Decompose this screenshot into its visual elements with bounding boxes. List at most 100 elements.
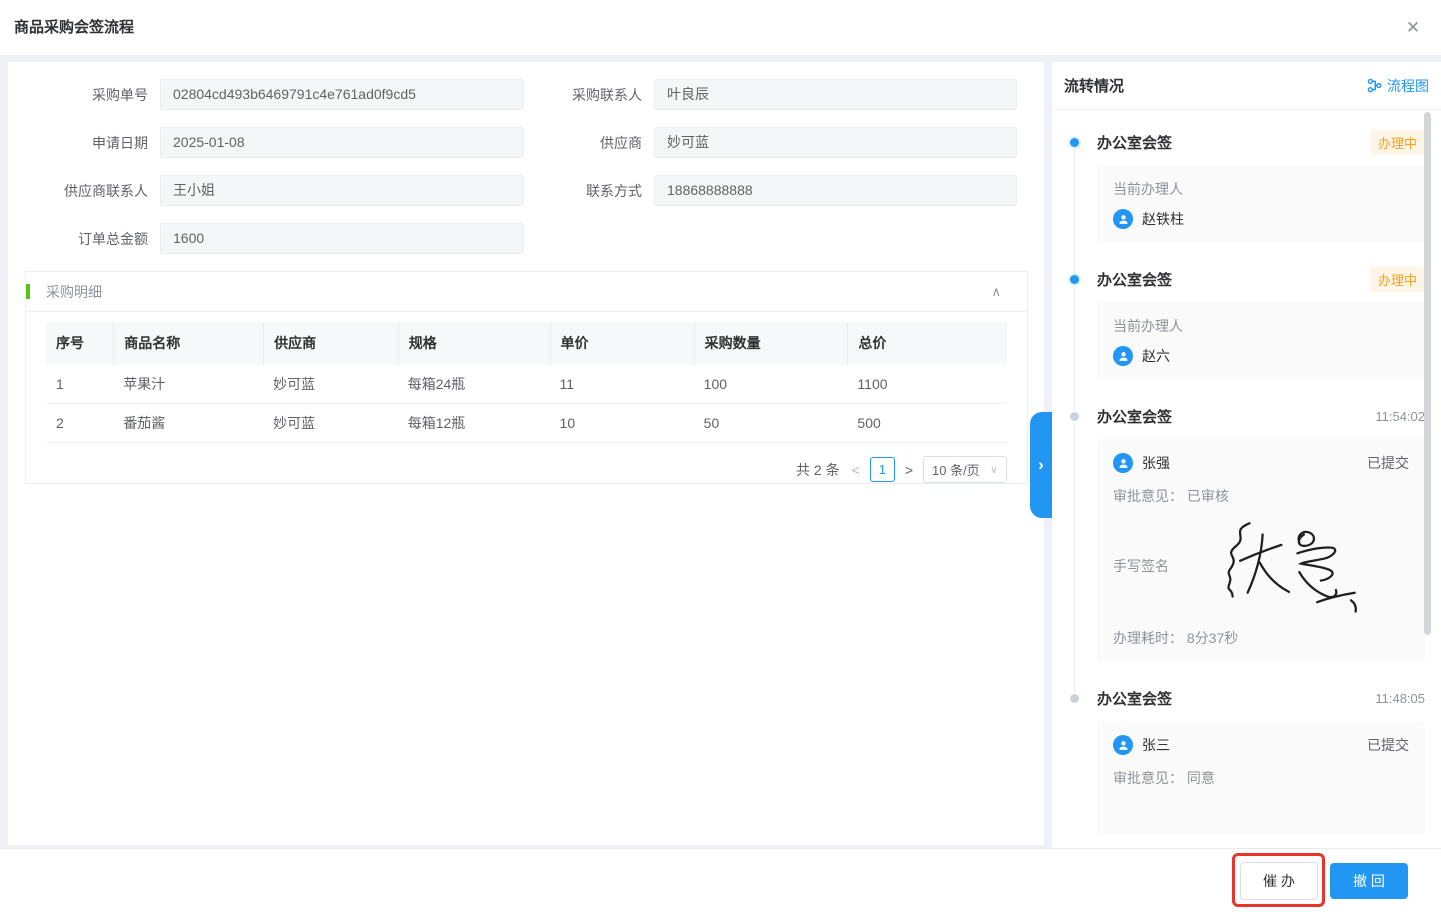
avatar [1113,346,1133,366]
table-row: 2 番茄酱 妙可蓝 每箱12瓶 10 50 500 [46,404,1007,443]
next-page-icon[interactable]: > [903,462,915,478]
section-accent-bar [26,284,30,299]
panel-expand-tab[interactable]: › [1030,412,1052,518]
submit-status: 已提交 [1367,453,1409,473]
cell-seq: 1 [46,365,113,403]
handwritten-signature-image [1207,512,1369,620]
flowchart-link[interactable]: 流程图 [1367,76,1429,96]
chevron-down-icon: ∨ [990,463,998,476]
signature-label: 手写签名 [1113,556,1169,576]
assignee-name: 赵铁柱 [1142,209,1409,229]
step-card: 张三 已提交 审批意见： 同意 [1097,721,1425,834]
order-form: 采购单号 02804cd493b6469791c4e761ad0f9cd5 采购… [8,62,1044,254]
step-done-dot [1070,412,1079,421]
form-row: 采购单号 02804cd493b6469791c4e761ad0f9cd5 采购… [8,79,1044,110]
purchase-contact-field: 叶良辰 [654,79,1017,110]
purchase-no-field: 02804cd493b6469791c4e761ad0f9cd5 [160,79,524,110]
assignee-label: 当前办理人 [1113,179,1409,199]
flow-panel-title: 流转情况 [1064,75,1367,96]
dialog-title: 商品采购会签流程 [14,0,134,55]
opinion-row: 审批意见： 同意 [1113,768,1409,788]
user-icon [1117,457,1130,470]
col-header-product: 商品名称 [113,322,263,365]
col-header-total: 总价 [847,322,1007,365]
step-title: 办公室会签 [1097,132,1370,153]
order-detail-panel: 采购单号 02804cd493b6469791c4e761ad0f9cd5 采购… [8,62,1044,845]
cell-total: 500 [847,404,1007,442]
dialog-footer: 催 办 撤 回 [0,848,1441,912]
assignee-row: 赵铁柱 [1113,209,1409,229]
step-title: 办公室会签 [1097,688,1375,709]
scrollbar-thumb[interactable] [1424,112,1431,635]
col-header-price: 单价 [550,322,694,365]
form-row: 供应商联系人 王小姐 联系方式 18868888888 [8,175,1044,206]
step-card: 张强 已提交 审批意见： 已审核 手写签名 [1097,439,1425,662]
user-icon [1117,739,1130,752]
step-active-dot [1070,138,1079,147]
purchase-detail-section: 采购明细 ∧ 序号 商品名称 供应商 规格 单价 采购数量 总价 1 苹果汁 [25,271,1028,484]
cell-qty: 100 [694,365,848,403]
user-icon [1117,350,1130,363]
prev-page-icon[interactable]: < [850,462,862,478]
cell-price: 11 [550,365,694,403]
cell-supplier: 妙可蓝 [263,365,398,403]
opinion-label: 审批意见： [1113,488,1183,504]
urge-button[interactable]: 催 办 [1240,862,1318,900]
total-amount-label: 订单总金额 [8,229,148,249]
avatar [1113,209,1133,229]
page-number-button[interactable]: 1 [870,457,895,482]
table-header-row: 序号 商品名称 供应商 规格 单价 采购数量 总价 [46,322,1007,365]
total-amount-field: 1600 [160,223,524,254]
page-size-select[interactable]: 10 条/页 ∨ [923,456,1007,483]
close-icon[interactable]: ✕ [1401,16,1425,40]
opinion-row: 审批意见： 已审核 [1113,486,1409,506]
flow-step-1: 办公室会签 办理中 当前办理人 赵铁柱 [1064,132,1425,243]
procurement-flow-dialog: 商品采购会签流程 ✕ 采购单号 02804cd493b6469791c4e761… [0,0,1441,912]
approver-row: 张强 已提交 [1113,453,1409,473]
user-icon [1117,213,1130,226]
approver-row: 张三 已提交 [1113,735,1409,755]
step-title: 办公室会签 [1097,269,1370,290]
approver-name: 张强 [1142,453,1358,473]
apply-date-field: 2025-01-08 [160,127,524,158]
duration-row: 办理耗时： 8分37秒 [1113,628,1409,648]
cell-qty: 50 [694,404,848,442]
flow-step-2: 办公室会签 办理中 当前办理人 赵六 [1064,269,1425,380]
purchase-no-label: 采购单号 [8,85,148,105]
step-done-dot [1070,694,1079,703]
opinion-label: 审批意见： [1113,770,1183,786]
cell-price: 10 [550,404,694,442]
opinion-value: 同意 [1187,770,1215,786]
pagination: 共 2 条 < 1 > 10 条/页 ∨ [26,456,1007,483]
status-badge: 办理中 [1370,267,1425,292]
apply-date-label: 申请日期 [8,133,148,153]
phone-label: 联系方式 [524,181,642,201]
table-row: 1 苹果汁 妙可蓝 每箱24瓶 11 100 1100 [46,365,1007,404]
step-time: 11:54:02 [1375,409,1425,424]
signature-row: 手写签名 [1113,512,1409,620]
avatar [1113,735,1133,755]
flow-panel-header: 流转情况 流程图 [1052,62,1441,110]
assignee-label: 当前办理人 [1113,316,1409,336]
cell-total: 1100 [847,365,1007,403]
chevron-right-icon: › [1038,455,1044,475]
col-header-spec: 规格 [398,322,550,365]
collapse-chevron-icon[interactable]: ∧ [991,284,1001,300]
cell-product: 苹果汁 [113,365,263,403]
step-card: 当前办理人 赵铁柱 [1097,165,1425,243]
assignee-name: 赵六 [1142,346,1409,366]
flowchart-icon [1367,78,1382,93]
step-title: 办公室会签 [1097,406,1375,427]
purchase-detail-table: 序号 商品名称 供应商 规格 单价 采购数量 总价 1 苹果汁 妙可蓝 每箱24… [46,322,1007,443]
withdraw-button[interactable]: 撤 回 [1330,863,1408,899]
supplier-label: 供应商 [524,133,642,153]
assignee-row: 赵六 [1113,346,1409,366]
cell-seq: 2 [46,404,113,442]
col-header-seq: 序号 [46,322,113,365]
flow-step-3: 办公室会签 11:54:02 张强 已提交 审批意见： 已审核 [1064,406,1425,662]
duration-label: 办理耗时： [1113,630,1183,646]
flow-timeline: 办公室会签 办理中 当前办理人 赵铁柱 办公室会签 [1052,110,1441,834]
form-row: 订单总金额 1600 [8,223,1044,254]
supplier-field: 妙可蓝 [654,127,1017,158]
cell-spec: 每箱24瓶 [398,365,550,403]
